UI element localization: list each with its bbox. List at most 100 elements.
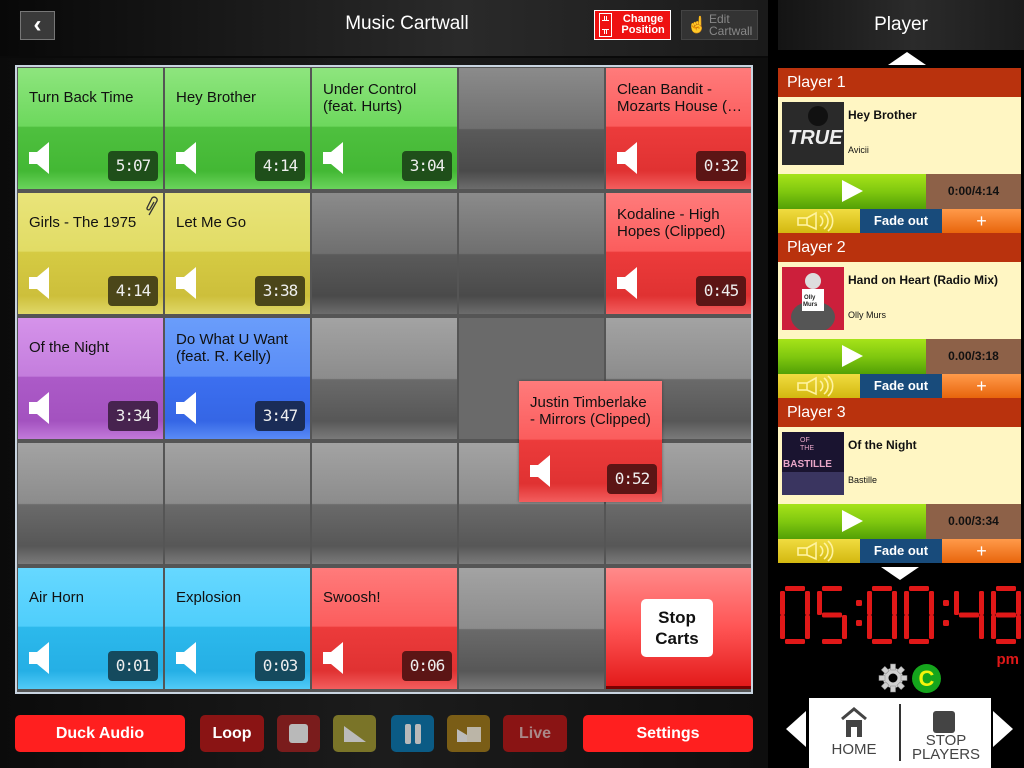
stop-players-label: STOP PLAYERS [911,732,981,763]
add-button[interactable]: + [942,209,1021,233]
clock-segment [872,639,892,644]
empty-cart-slot[interactable] [459,68,604,189]
clock-segment [909,639,929,644]
play-button[interactable] [778,174,926,209]
clock-segment [996,639,1016,644]
fade-out-button[interactable]: Fade out [860,209,942,233]
cart-name: Hey Brother [176,89,257,106]
player-card: Player 3 OF THE BASTILLE Of the Night Bastill… [778,398,1021,563]
play-icon [842,510,863,532]
track-info[interactable]: OF THE BASTILLE Of the Night Bastille [778,427,1021,504]
scroll-up-arrow-icon[interactable] [888,52,926,65]
home-button[interactable]: HOME [809,698,899,768]
stop-carts-button[interactable]: Stop Carts [606,568,751,689]
clock-ampm: pm [996,651,1020,668]
fade-ramp-icon [343,725,366,742]
clock-segment [979,591,984,615]
nav-prev-arrow-icon[interactable] [786,711,806,747]
cart-button[interactable]: Let Me Go 3:38 [165,193,310,314]
cart-duration: 0:01 [108,651,158,681]
cart-name: Justin Timberlake - Mirrors (Clipped) [530,394,651,428]
speaker-icon [176,267,196,299]
cart-button[interactable]: Do What U Want (feat. R. Kelly) 3:47 [165,318,310,439]
clock-segment [892,591,897,615]
track-title: Of the Night [848,438,917,452]
cart-button[interactable]: Girls - The 1975 4:14 [18,193,163,314]
cart-button[interactable]: Clean Bandit - Mozarts House (… 0:32 [606,68,751,189]
volume-button[interactable] [778,374,860,398]
gear-icon[interactable] [878,663,908,693]
cart-button[interactable]: Hey Brother 4:14 [165,68,310,189]
svg-text:OF: OF [800,437,810,444]
track-info[interactable]: TRUE Hey Brother Avicii [778,97,1021,174]
clock-segment [1016,615,1021,639]
volume-button[interactable] [778,539,860,563]
cart-button[interactable]: Air Horn 0:01 [18,568,163,689]
fade-out-button[interactable]: Fade out [860,374,942,398]
duck-audio-button[interactable]: Duck Audio [15,715,185,752]
cart-grid: Turn Back Time 5:07 Hey Brother 4:14 Under C… [15,65,753,694]
cart-button[interactable]: Kodaline - High Hopes (Clipped) 0:45 [606,193,751,314]
live-button[interactable]: Live [503,715,567,752]
empty-cart-slot[interactable] [459,193,604,314]
stop-players-button[interactable]: STOP PLAYERS [901,698,991,768]
fade-out-button[interactable]: Fade out [860,539,942,563]
scroll-down-arrow-icon[interactable] [881,567,919,580]
nav-next-arrow-icon[interactable] [993,711,1013,747]
crossfade-mode-button[interactable] [447,715,490,752]
home-label: HOME [831,741,877,758]
cart-duration: 4:14 [108,276,158,306]
stop-icon [933,711,955,733]
edit-cartwall-button[interactable]: ☝ Edit Cartwall [681,10,758,40]
speaker-icon [323,142,343,174]
speaker-icon [29,392,49,424]
empty-cart-slot[interactable] [312,443,457,564]
change-position-button[interactable]: Change Position [594,10,671,40]
empty-cart-slot[interactable] [165,443,310,564]
empty-cart-slot[interactable] [312,318,457,439]
clock-segment [909,586,929,591]
clock-segment [892,615,897,639]
player-panel-title: Player [778,0,1024,50]
cart-button[interactable]: Explosion 0:03 [165,568,310,689]
play-button[interactable] [778,339,926,374]
cart-button[interactable]: Swoosh! 0:06 [312,568,457,689]
empty-cart-slot[interactable] [312,193,457,314]
stop-icon [289,724,308,743]
empty-cart-slot[interactable] [18,443,163,564]
pause-mode-button[interactable] [391,715,434,752]
album-art: OFTHE BASTILLE [782,432,844,495]
cart-duration: 0:06 [402,651,452,681]
player-pane: Player Player 1 TRUE Hey Brother Avicii 0:00… [768,0,1024,768]
svg-text:TRUE: TRUE [788,127,843,149]
hand-pointer-icon: ☝ [687,17,707,34]
cart-button[interactable]: Of the Night 3:34 [18,318,163,439]
volume-button[interactable] [778,209,860,233]
stop-mode-button[interactable] [277,715,320,752]
player-card: Player 1 TRUE Hey Brother Avicii 0:00/4:14 Fa… [778,68,1021,233]
speaker-icon [617,142,637,174]
loop-button[interactable]: Loop [200,715,264,752]
cart-name: Let Me Go [176,214,247,231]
play-button[interactable] [778,504,926,539]
cart-duration: 4:14 [255,151,305,181]
cart-button[interactable]: Under Control (feat. Hurts) 3:04 [312,68,457,189]
cart-button[interactable]: Turn Back Time 5:07 [18,68,163,189]
clock-segment [822,586,842,591]
clock-segment [822,612,842,618]
svg-text:Olly: Olly [804,295,816,301]
clock-segment [954,591,959,615]
change-position-label: Change Position [621,13,665,36]
dragging-cart[interactable]: Justin Timberlake - Mirrors (Clipped) 0:… [519,381,662,502]
clock-segment [943,620,949,626]
track-info[interactable]: Olly Murs Hand on Heart (Radio Mix) Olly Mu… [778,262,1021,339]
fade-mode-button[interactable] [333,715,376,752]
settings-button[interactable]: Settings [583,715,753,752]
status-badge[interactable]: C [912,664,941,693]
home-icon [841,707,867,737]
add-button[interactable]: + [942,374,1021,398]
speaker-icon [176,142,196,174]
add-button[interactable]: + [942,539,1021,563]
clock-segment [929,615,934,639]
empty-cart-slot[interactable] [459,568,604,689]
